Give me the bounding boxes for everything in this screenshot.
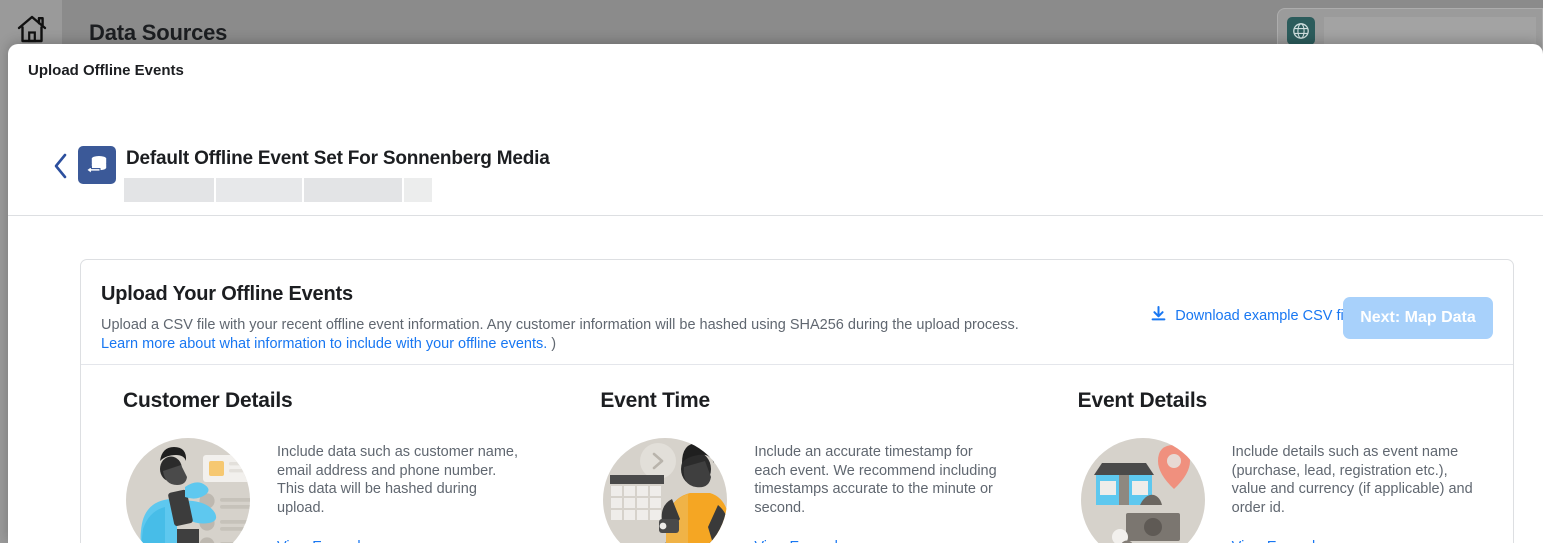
dataset-header: Default Offline Event Set For Sonnenberg… (8, 116, 1543, 216)
page-title: Data Sources (89, 20, 228, 45)
feature-event-time: Event Time Include an accurate timestamp… (558, 365, 1035, 543)
download-example-csv-label: Download example CSV file (1175, 308, 1355, 324)
upload-your-offline-events-card: Upload Your Offline Events Upload a CSV … (80, 259, 1514, 543)
modal-title: Upload Offline Events (28, 62, 184, 79)
store-location-money-illustration (1078, 435, 1208, 543)
globe-icon (1287, 17, 1315, 45)
view-examples-link[interactable]: View Examples. (1232, 539, 1335, 543)
feature-title: Event Details (1077, 389, 1207, 412)
card-description: Upload a CSV file with your recent offli… (101, 316, 1019, 354)
view-examples-link[interactable]: View Examples. (754, 539, 857, 543)
dataset-name: Default Offline Event Set For Sonnenberg… (126, 148, 550, 169)
dataset-subtitle-redacted (124, 178, 432, 202)
download-example-csv-button[interactable]: Download example CSV file (1151, 306, 1355, 326)
feature-text: Include data such as customer name, emai… (277, 444, 518, 516)
feature-title: Customer Details (123, 389, 293, 412)
background-card-placeholder (1324, 17, 1536, 45)
feature-columns: Customer Details Include data such as cu… (81, 365, 1513, 543)
card-title: Upload Your Offline Events (101, 283, 353, 305)
home-icon[interactable] (16, 14, 48, 44)
chevron-left-icon[interactable] (46, 149, 76, 183)
card-header: Upload Your Offline Events Upload a CSV … (81, 260, 1513, 365)
download-icon (1151, 306, 1166, 326)
feature-text: Include details such as event name (purc… (1231, 444, 1473, 516)
person-with-phone-illustration (123, 435, 253, 543)
next-map-data-button[interactable]: Next: Map Data (1343, 297, 1493, 339)
feature-customer-details: Customer Details Include data such as cu… (81, 365, 558, 543)
feature-title: Event Time (600, 389, 710, 412)
upload-offline-events-modal: Upload Offline Events Default Offline Ev… (8, 44, 1543, 543)
card-description-line1: Upload a CSV file with your recent offli… (101, 317, 1019, 333)
feature-text: Include an accurate timestamp for each e… (754, 444, 997, 516)
feature-event-details: Event Details Include details such as ev… (1036, 365, 1513, 543)
offline-event-set-icon (78, 146, 116, 184)
card-description-tail: ) (547, 336, 557, 352)
calendar-clock-person-illustration (600, 435, 730, 543)
view-examples-link[interactable]: View Examples. (277, 539, 380, 543)
learn-more-link[interactable]: Learn more about what information to inc… (101, 336, 547, 352)
